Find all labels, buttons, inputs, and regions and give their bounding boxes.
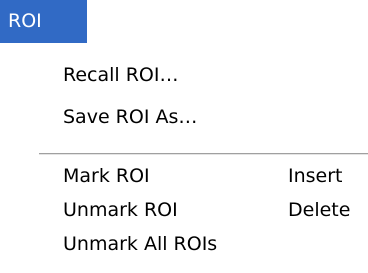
menu-item-label: Unmark ROI	[63, 199, 178, 221]
menu-roi[interactable]: ROI	[0, 0, 87, 43]
menu-item-label: Unmark All ROIs	[63, 233, 218, 255]
roi-dropdown-menu: Recall ROI… Save ROI As… Mark ROI Insert…	[38, 43, 368, 273]
menu-item-label: Recall ROI…	[63, 64, 179, 86]
menu-item-unmark-roi[interactable]: Unmark ROI Delete	[63, 195, 363, 225]
menu-item-label: Save ROI As…	[63, 106, 198, 128]
menu-item-shortcut: Delete	[288, 199, 351, 221]
menu-item-mark-roi[interactable]: Mark ROI Insert	[63, 161, 363, 191]
menu-item-label: Mark ROI	[63, 165, 150, 187]
menu-separator	[39, 153, 368, 156]
menu-item-save-roi-as[interactable]: Save ROI As…	[63, 102, 363, 132]
menu-item-recall-roi[interactable]: Recall ROI…	[63, 60, 363, 90]
menu-item-shortcut: Insert	[288, 165, 343, 187]
menu-bar: ROI	[0, 0, 368, 43]
menu-item-unmark-all-rois[interactable]: Unmark All ROIs	[63, 229, 363, 259]
